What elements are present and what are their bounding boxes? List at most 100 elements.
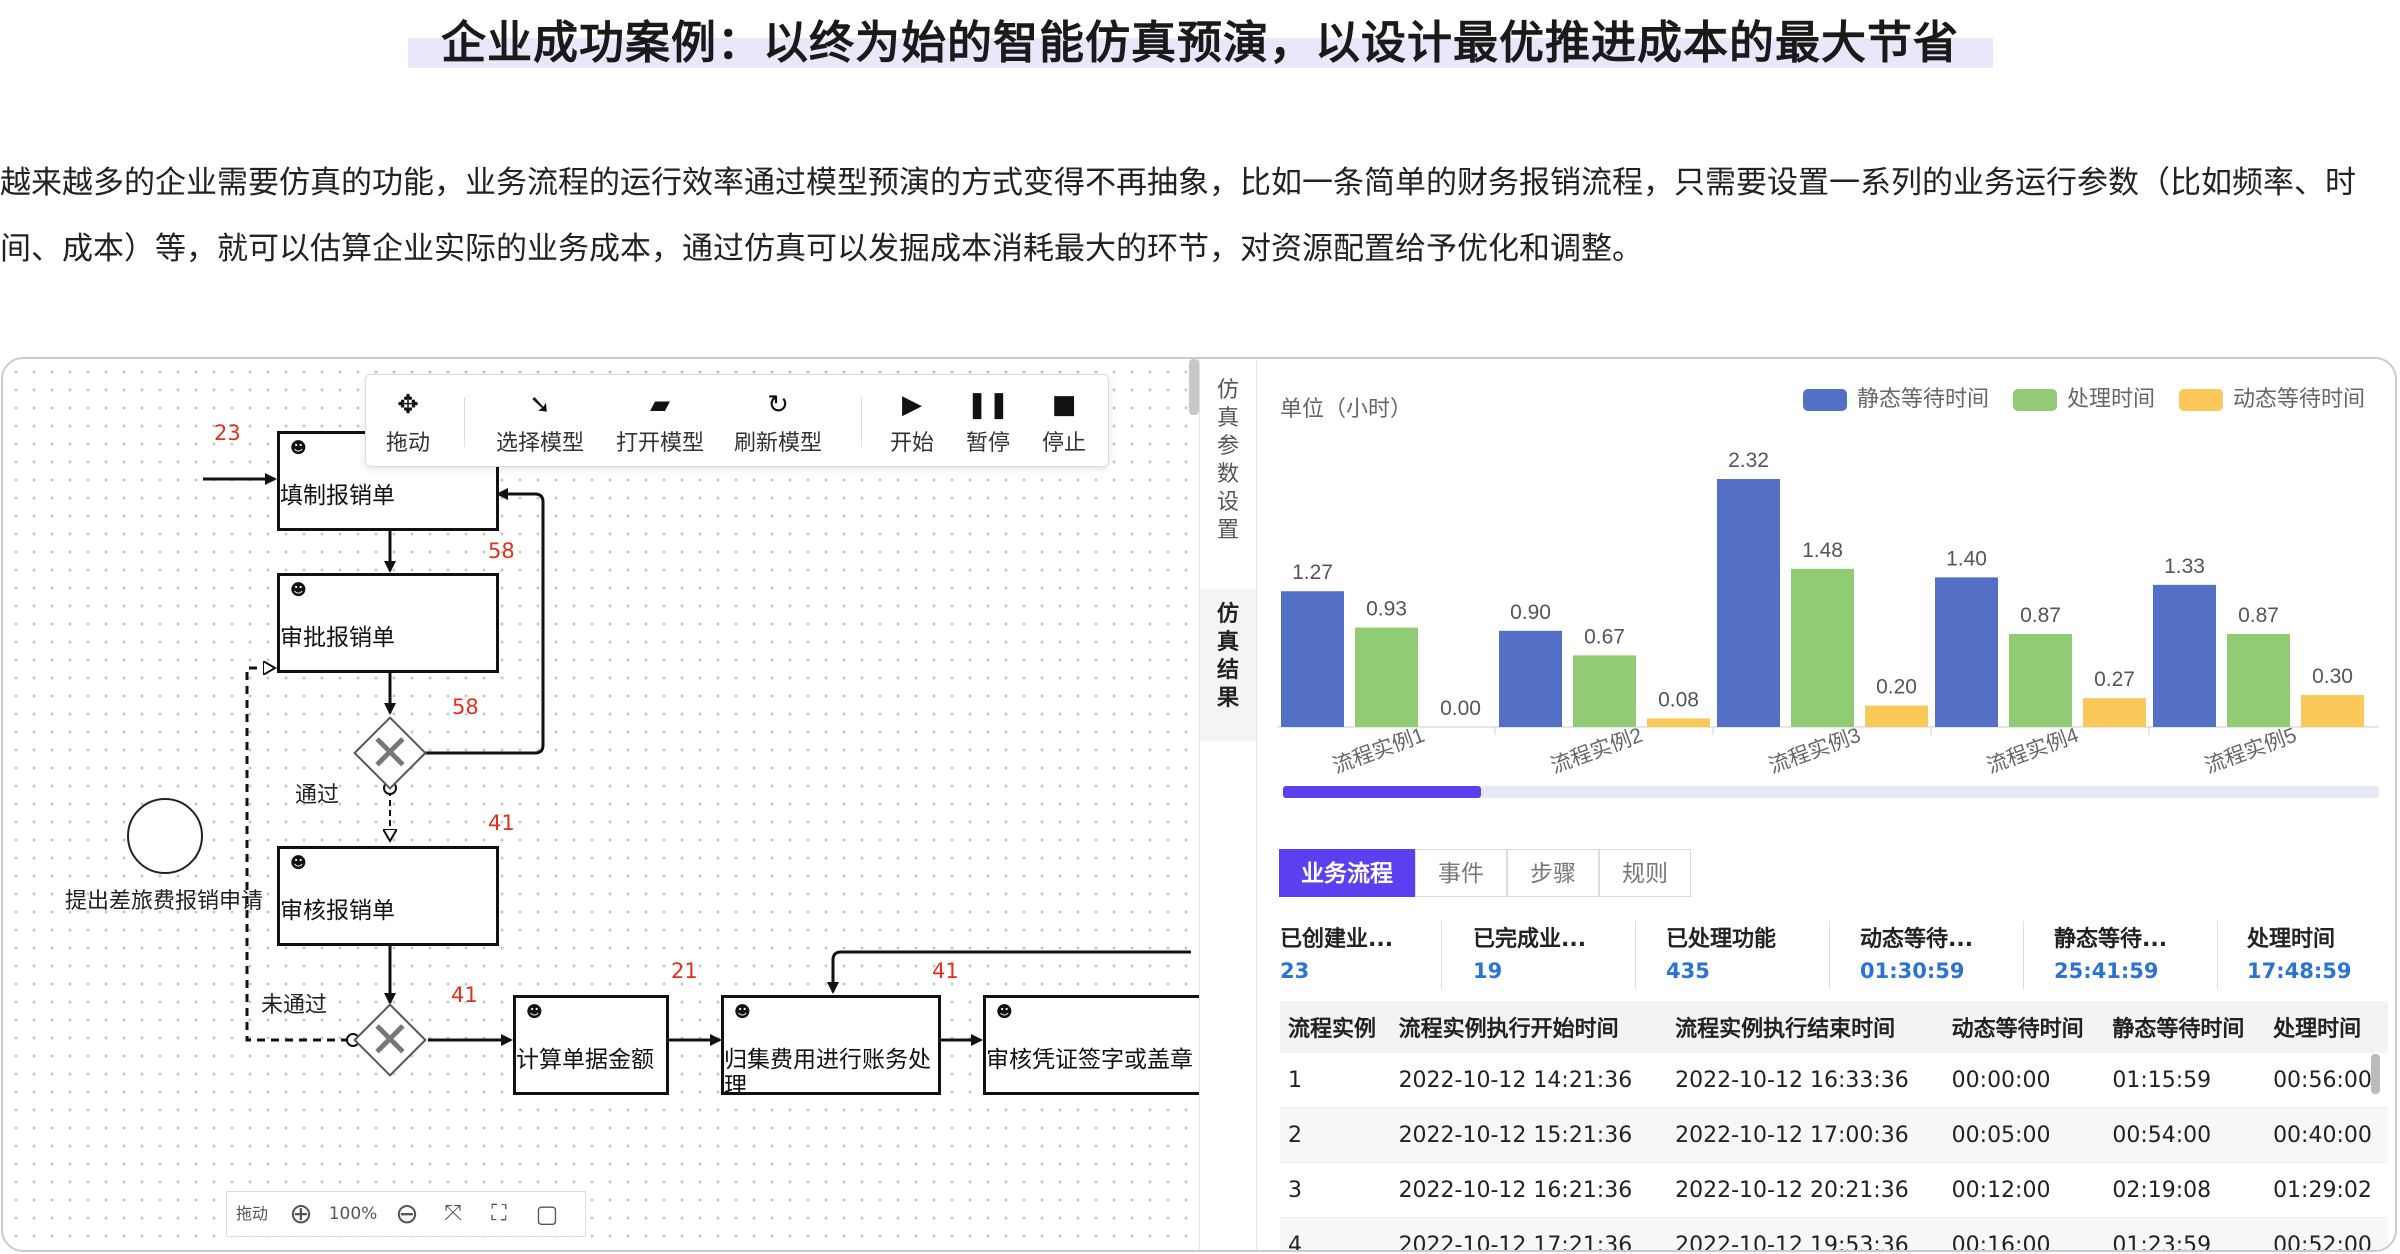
table-cell: 2022-10-12 17:21:36 — [1390, 1217, 1668, 1250]
bar-value-label: 0.93 — [1366, 598, 1407, 621]
start-label: 开始 — [889, 431, 934, 456]
table-row[interactable]: 4 2022-10-12 17:21:36 2022-10-12 19:53:36 0… — [1280, 1217, 2388, 1250]
table-cell: 3 — [1280, 1162, 1391, 1218]
stat-value: 435 — [1666, 959, 1710, 983]
bar-value-label: 1.27 — [1292, 561, 1333, 584]
label-fail: 未通过 — [261, 993, 328, 1018]
label-pass: 通过 — [295, 783, 340, 808]
frame-icon[interactable]: ▢ — [527, 1192, 567, 1236]
count-audit: 41 — [488, 811, 515, 835]
bar[interactable] — [1717, 479, 1780, 727]
bar[interactable] — [2301, 694, 2364, 727]
stat-dynamic-wait: 动态等待... 01:30:59 — [1860, 921, 2030, 983]
bar[interactable] — [1281, 591, 1344, 727]
tab-char: 仿 — [1216, 602, 1239, 627]
count-approve: 58 — [488, 539, 515, 563]
table-cell: 00:05:00 — [1943, 1107, 2105, 1163]
col-header[interactable]: 流程实例执行结束时间 — [1667, 1001, 1944, 1053]
bar[interactable] — [1647, 718, 1710, 727]
fit-icon[interactable]: ⤧ — [433, 1192, 473, 1236]
stat-completed: 已完成业... 19 — [1473, 921, 1643, 983]
col-header[interactable]: 处理时间 — [2265, 1001, 2388, 1053]
table-cell: 02:19:08 — [2104, 1162, 2266, 1218]
table-cell: 2022-10-12 16:33:36 — [1667, 1053, 1944, 1108]
start-event[interactable] — [127, 798, 203, 874]
stat-value: 25:41:59 — [2054, 959, 2159, 983]
user-task-icon: ☻ — [734, 1002, 751, 1021]
fullscreen-icon[interactable]: ⛶ — [479, 1192, 519, 1236]
bar[interactable] — [2083, 698, 2146, 727]
table-scrollbar[interactable] — [2371, 1054, 2380, 1094]
stat-label: 已处理功能 — [1666, 927, 1777, 952]
stop-label: 停止 — [1041, 431, 1086, 456]
task-verify-voucher[interactable]: ☻ 审核凭证签字或盖章 — [983, 995, 1213, 1095]
pause-button[interactable]: ❚❚ 暂停 — [960, 385, 1016, 457]
intro-line-1: 越来越多的企业需要仿真的功能，业务流程的运行效率通过模型预演的方式变得不再抽象，… — [0, 165, 2356, 201]
col-header[interactable]: 流程实例执行开始时间 — [1390, 1001, 1668, 1053]
table-cell: 2022-10-12 15:21:36 — [1390, 1107, 1668, 1163]
zoom-bar: 拖动 ⊕ 100% ⊖ ⤧ ⛶ ▢ — [226, 1191, 586, 1237]
drag-button[interactable]: ✥ 拖动 — [380, 385, 436, 457]
table-row[interactable]: 1 2022-10-12 14:21:36 2022-10-12 16:33:36 0… — [1280, 1053, 2388, 1108]
canvas-scrollbar[interactable] — [1189, 359, 1199, 415]
task-audit-claim[interactable]: ☻ 审核报销单 — [277, 846, 499, 946]
tab-char: 仿 — [1216, 378, 1239, 403]
user-task-icon: ☻ — [290, 853, 307, 872]
tab-char: 结 — [1216, 658, 1239, 683]
stat-label: 处理时间 — [2247, 927, 2336, 952]
tab-char: 果 — [1216, 686, 1239, 711]
refresh-model-button[interactable]: ↻ 刷新模型 — [730, 385, 826, 457]
tab-rules[interactable]: 规则 — [1599, 849, 1691, 897]
task-approve-claim[interactable]: ☻ 审批报销单 — [277, 573, 499, 673]
select-model-label: 选择模型 — [495, 431, 584, 456]
bar-value-label: 0.87 — [2238, 604, 2279, 627]
stat-divider — [2023, 921, 2024, 989]
start-button[interactable]: ▶ 开始 — [884, 385, 940, 457]
app-frame: 23 提出差旅费报销申请 ☻ 填制报销单 58 ☻ 审批报销单 ✕ 58 通过 … — [1, 357, 2397, 1252]
tab-sim-results[interactable]: 仿 真 结 果 — [1200, 589, 1256, 741]
stat-divider — [2217, 921, 2218, 989]
col-header[interactable]: 流程实例 — [1280, 1001, 1391, 1053]
bar[interactable] — [1355, 627, 1418, 727]
chart-scroll-thumb[interactable] — [1283, 786, 1481, 798]
select-model-button[interactable]: ➘ 选择模型 — [492, 385, 588, 457]
model-canvas[interactable]: 23 提出差旅费报销申请 ☻ 填制报销单 58 ☻ 审批报销单 ✕ 58 通过 … — [3, 359, 1213, 1250]
table-row[interactable]: 3 2022-10-12 16:21:36 2022-10-12 20:21:36 0… — [1280, 1162, 2388, 1218]
x-tick-label: 流程实例4 — [1984, 724, 2082, 778]
task-label: 审核报销单 — [280, 898, 395, 924]
edge-loop-collect — [827, 950, 1191, 994]
bar[interactable] — [1865, 705, 1928, 727]
zoom-out-icon[interactable]: ⊖ — [387, 1192, 427, 1236]
tab-sim-params[interactable]: 仿 真 参 数 设 置 — [1200, 377, 1256, 545]
task-label: 审核凭证签字或盖章 — [986, 1047, 1193, 1073]
intro-line-2: 间、成本）等，就可以估算企业实际的业务成本，通过仿真可以发掘成本消耗最大的环节，… — [0, 231, 1643, 267]
count-calc: 21 — [671, 959, 698, 983]
stop-button[interactable]: ■ 停止 — [1036, 385, 1092, 457]
tab-steps[interactable]: 步骤 — [1507, 849, 1599, 897]
task-calc-amount[interactable]: ☻ 计算单据金额 — [513, 995, 669, 1095]
table-cell: 00:54:00 — [2104, 1107, 2266, 1163]
bar[interactable] — [1573, 655, 1636, 727]
bar[interactable] — [1935, 577, 1998, 727]
open-model-button[interactable]: ▰ 打开模型 — [612, 385, 708, 457]
stop-icon: ■ — [1051, 390, 1077, 420]
bar[interactable] — [2009, 634, 2072, 727]
col-header[interactable]: 动态等待时间 — [1943, 1001, 2105, 1053]
bar[interactable] — [2153, 584, 2216, 727]
task-collect-expense[interactable]: ☻ 归集费用进行账务处 理 — [721, 995, 941, 1099]
tab-business-process[interactable]: 业务流程 — [1279, 849, 1415, 897]
model-toolbar: ✥ 拖动 ➘ 选择模型 ▰ 打开模型 ↻ 刷新模型 ▶ 开始 ❚❚ 暂停 ■ 停… — [365, 374, 1109, 467]
bar[interactable] — [1791, 568, 1854, 727]
zoom-in-icon[interactable]: ⊕ — [281, 1192, 321, 1236]
user-task-icon: ☻ — [526, 1002, 543, 1021]
bar-value-label: 0.67 — [1584, 625, 1625, 648]
count-gateway-2: 41 — [451, 983, 478, 1007]
col-header[interactable]: 静态等待时间 — [2104, 1001, 2266, 1053]
move-icon: ✥ — [397, 390, 419, 420]
table-row[interactable]: 2 2022-10-12 15:21:36 2022-10-12 17:00:36 0… — [1280, 1107, 2388, 1163]
table-cell: 01:23:59 — [2104, 1217, 2266, 1250]
bar[interactable] — [1499, 630, 1562, 727]
zoom-drag-button[interactable]: 拖动 — [227, 1192, 277, 1236]
bar[interactable] — [2227, 634, 2290, 727]
tab-events[interactable]: 事件 — [1415, 849, 1507, 897]
